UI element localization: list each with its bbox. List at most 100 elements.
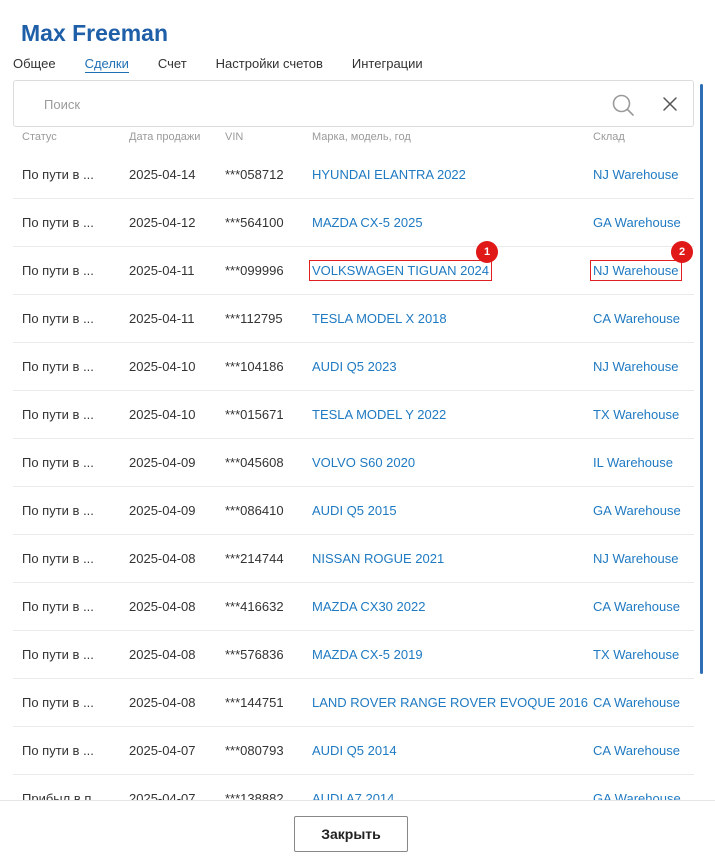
warehouse-link[interactable]: CA Warehouse — [593, 599, 680, 614]
sale-date-cell: 2025-04-08 — [129, 647, 196, 662]
tab-bar: Общее Сделки Счет Настройки счетов Интег… — [13, 55, 452, 73]
sale-date-cell: 2025-04-12 — [129, 215, 196, 230]
warehouse-link[interactable]: GA Warehouse — [593, 215, 681, 230]
warehouse-link[interactable]: GA Warehouse — [593, 791, 681, 800]
sale-date-cell: 2025-04-09 — [129, 455, 196, 470]
model-link[interactable]: AUDI Q5 2014 — [312, 743, 397, 758]
sale-date-cell: 2025-04-09 — [129, 503, 196, 518]
column-header-warehouse[interactable]: Склад — [593, 131, 625, 143]
model-link[interactable]: AUDI Q5 2023 — [312, 359, 397, 374]
model-link[interactable]: NISSAN ROGUE 2021 — [312, 551, 444, 566]
table-row[interactable]: По пути в ... 2025-04-08 ***214744 NISSA… — [13, 535, 694, 583]
model-link[interactable]: TESLA MODEL X 2018 — [312, 311, 447, 326]
table-row[interactable]: По пути в ... 2025-04-11 ***112795 TESLA… — [13, 295, 694, 343]
status-cell: По пути в ... — [22, 647, 94, 662]
table-row[interactable]: По пути в ... 2025-04-08 ***144751 LAND … — [13, 679, 694, 727]
warehouse-link[interactable]: CA Warehouse — [593, 695, 680, 710]
status-cell: По пути в ... — [22, 503, 94, 518]
model-link[interactable]: HYUNDAI ELANTRA 2022 — [312, 167, 466, 182]
table-row[interactable]: По пути в ... 2025-04-10 ***015671 TESLA… — [13, 391, 694, 439]
status-cell: По пути в ... — [22, 263, 94, 278]
table-row[interactable]: Прибыл в п... 2025-04-07 ***138882 AUDI … — [13, 775, 694, 800]
sale-date-cell: 2025-04-07 — [129, 743, 196, 758]
vin-cell: ***099996 — [225, 263, 284, 278]
warehouse-link[interactable]: CA Warehouse — [593, 743, 680, 758]
status-cell: По пути в ... — [22, 455, 94, 470]
warehouse-link[interactable]: NJ Warehouse — [593, 167, 679, 182]
table-row[interactable]: По пути в ... 2025-04-07 ***080793 AUDI … — [13, 727, 694, 775]
vin-cell: ***080793 — [225, 743, 284, 758]
warehouse-link[interactable]: NJ Warehouse — [590, 260, 682, 281]
sale-date-cell: 2025-04-10 — [129, 407, 196, 422]
table-row[interactable]: По пути в ... 2025-04-08 ***576836 MAZDA… — [13, 631, 694, 679]
status-cell: По пути в ... — [22, 359, 94, 374]
status-cell: По пути в ... — [22, 599, 94, 614]
vin-cell: ***058712 — [225, 167, 284, 182]
table-row[interactable]: По пути в ... 2025-04-09 ***086410 AUDI … — [13, 487, 694, 535]
close-icon[interactable] — [660, 94, 680, 114]
table-row[interactable]: По пути в ... 2025-04-09 ***045608 VOLVO… — [13, 439, 694, 487]
warehouse-link[interactable]: IL Warehouse — [593, 455, 673, 470]
tab-account-settings[interactable]: Настройки счетов — [216, 55, 323, 73]
vin-cell: ***104186 — [225, 359, 284, 374]
search-icon[interactable] — [611, 93, 635, 117]
sale-date-cell: 2025-04-14 — [129, 167, 196, 182]
status-cell: По пути в ... — [22, 743, 94, 758]
tab-account[interactable]: Счет — [158, 55, 187, 73]
warehouse-link[interactable]: CA Warehouse — [593, 311, 680, 326]
model-link[interactable]: VOLKSWAGEN TIGUAN 2024 — [308, 260, 493, 281]
deals-table-body: По пути в ... 2025-04-14 ***058712 HYUND… — [13, 151, 694, 800]
warehouse-link[interactable]: TX Warehouse — [593, 407, 679, 422]
close-button[interactable]: Закрыть — [294, 816, 408, 852]
sale-date-cell: 2025-04-10 — [129, 359, 196, 374]
table-row[interactable]: По пути в ... 2025-04-14 ***058712 HYUND… — [13, 151, 694, 199]
status-cell: Прибыл в п... — [22, 791, 103, 800]
sale-date-cell: 2025-04-08 — [129, 695, 196, 710]
vin-cell: ***416632 — [225, 599, 284, 614]
table-row[interactable]: По пути в ... 2025-04-10 ***104186 AUDI … — [13, 343, 694, 391]
annotation-badge: 2 — [671, 241, 693, 263]
table-row[interactable]: По пути в ... 2025-04-12 ***564100 MAZDA… — [13, 199, 694, 247]
tab-deals[interactable]: Сделки — [84, 55, 129, 73]
vin-cell: ***564100 — [225, 215, 284, 230]
model-link[interactable]: MAZDA CX-5 2025 — [312, 215, 423, 230]
status-cell: По пути в ... — [22, 551, 94, 566]
tab-general[interactable]: Общее — [13, 55, 56, 73]
table-row[interactable]: По пути в ... 2025-04-11 ***099996 VOLKS… — [13, 241, 694, 295]
tab-integrations[interactable]: Интеграции — [352, 55, 423, 73]
model-link[interactable]: AUDI Q5 2015 — [312, 503, 397, 518]
table-header: Статус Дата продажи VIN Марка, модель, г… — [13, 128, 694, 148]
search-box — [13, 80, 694, 127]
footer: Закрыть — [0, 800, 715, 862]
vin-cell: ***214744 — [225, 551, 284, 566]
scrollbar[interactable] — [700, 84, 703, 674]
column-header-status[interactable]: Статус — [22, 131, 57, 143]
sale-date-cell: 2025-04-08 — [129, 599, 196, 614]
warehouse-link[interactable]: NJ Warehouse — [593, 359, 679, 374]
annotation-badge: 1 — [476, 241, 498, 263]
column-header-sale-date[interactable]: Дата продажи — [129, 131, 200, 143]
warehouse-link[interactable]: GA Warehouse — [593, 503, 681, 518]
table-row[interactable]: По пути в ... 2025-04-08 ***416632 MAZDA… — [13, 583, 694, 631]
vin-cell: ***138882 — [225, 791, 284, 800]
status-cell: По пути в ... — [22, 167, 94, 182]
model-link[interactable]: MAZDA CX-5 2019 — [312, 647, 423, 662]
status-cell: По пути в ... — [22, 311, 94, 326]
vin-cell: ***112795 — [225, 311, 283, 326]
search-input[interactable] — [44, 93, 584, 115]
sale-date-cell: 2025-04-11 — [129, 311, 195, 326]
vin-cell: ***045608 — [225, 455, 284, 470]
vin-cell: ***576836 — [225, 647, 284, 662]
column-header-model[interactable]: Марка, модель, год — [312, 131, 411, 143]
model-link[interactable]: MAZDA CX30 2022 — [312, 599, 425, 614]
warehouse-link[interactable]: TX Warehouse — [593, 647, 679, 662]
vin-cell: ***144751 — [225, 695, 284, 710]
model-link[interactable]: TESLA MODEL Y 2022 — [312, 407, 446, 422]
status-cell: По пути в ... — [22, 407, 94, 422]
model-link[interactable]: VOLVO S60 2020 — [312, 455, 415, 470]
model-link[interactable]: LAND ROVER RANGE ROVER EVOQUE 2016 — [312, 695, 588, 710]
model-link[interactable]: AUDI A7 2014 — [312, 791, 394, 800]
sale-date-cell: 2025-04-07 — [129, 791, 196, 800]
column-header-vin[interactable]: VIN — [225, 131, 243, 143]
warehouse-link[interactable]: NJ Warehouse — [593, 551, 679, 566]
